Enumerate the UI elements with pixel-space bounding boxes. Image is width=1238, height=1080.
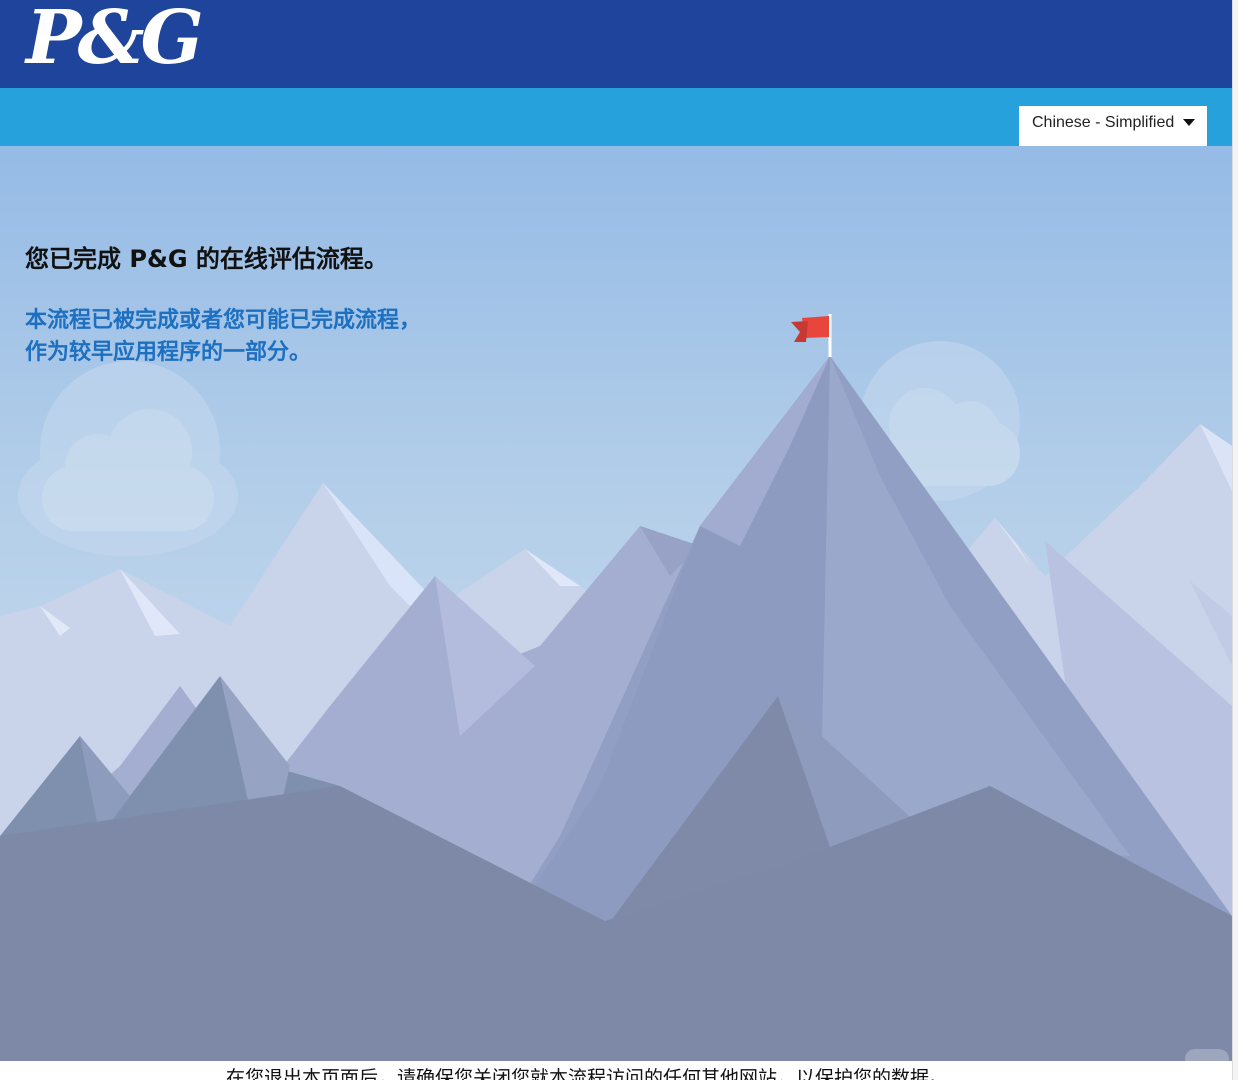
cloud-left	[18, 361, 238, 556]
sub-header-bar: Chinese - Simplified	[0, 88, 1232, 146]
footer-notice: 在您退出本页面后，请确保您关闭您就本流程访问的任何其他网站，以保护您的数据。	[226, 1067, 949, 1080]
red-flag-icon	[791, 316, 829, 342]
top-header: P&G	[0, 0, 1232, 88]
hero-illustration: 您已完成 P&G 的在线评估流程。 本流程已被完成或者您可能已完成流程，作为较早…	[0, 146, 1232, 1061]
status-message: 本流程已被完成或者您可能已完成流程，作为较早应用程序的一部分。	[25, 308, 422, 365]
scroll-indicator[interactable]	[1185, 1049, 1229, 1069]
footer: 在您退出本页面后，请确保您关闭您就本流程访问的任何其他网站，以保护您的数据。	[0, 1061, 1232, 1080]
caret-down-icon	[1183, 119, 1195, 126]
language-select-value: Chinese - Simplified	[1032, 114, 1175, 131]
pg-logo[interactable]: P&G	[26, 0, 204, 78]
language-select[interactable]: Chinese - Simplified	[1019, 106, 1207, 146]
page-title: 您已完成 P&G 的在线评估流程。	[25, 245, 388, 273]
mountain-illustration	[0, 314, 1232, 1061]
window-edge	[1232, 0, 1238, 1080]
page: P&G Chinese - Simplified 您已完成 P&G 的在线评估流…	[0, 0, 1232, 1080]
